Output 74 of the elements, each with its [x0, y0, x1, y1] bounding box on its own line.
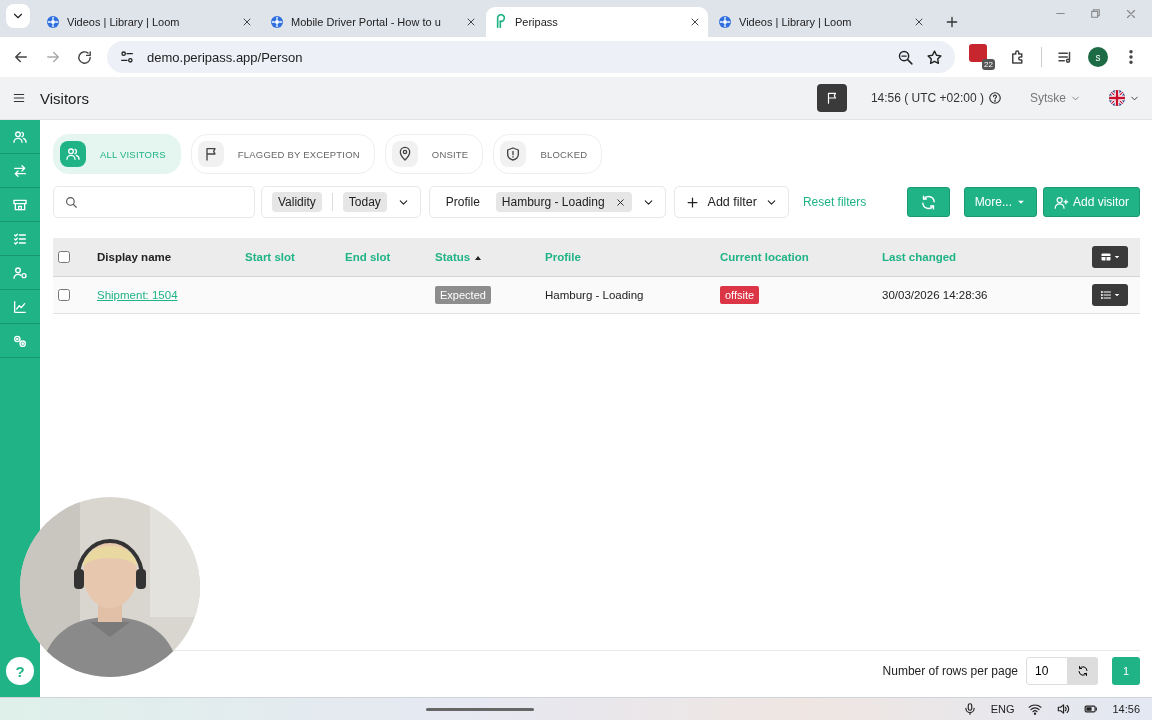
column-chooser-button[interactable] [1092, 246, 1128, 268]
app-icon [45, 14, 61, 30]
speaker-icon[interactable] [1056, 702, 1071, 716]
site-settings-icon[interactable] [119, 49, 135, 65]
remove-icon[interactable] [614, 196, 626, 208]
user-location-icon[interactable] [12, 264, 28, 281]
wifi-icon[interactable] [1028, 702, 1043, 716]
close-icon[interactable] [241, 16, 253, 28]
extension-badge: 22 [982, 59, 995, 70]
star-icon[interactable] [926, 48, 943, 66]
restore-icon[interactable] [1089, 6, 1102, 20]
location-label: offsite [720, 286, 760, 304]
visitors-icon [65, 146, 81, 162]
shield-icon [505, 146, 522, 162]
caret-icon [1112, 253, 1121, 261]
language-selector[interactable] [1109, 90, 1140, 106]
filter-label: Profile [444, 195, 481, 209]
page-title: Visitors [40, 89, 90, 107]
category-tab[interactable]: BLOCKED [493, 134, 603, 174]
profile-avatar[interactable]: s [1088, 47, 1108, 67]
language-indicator[interactable]: ENG [990, 703, 1015, 715]
rows-per-page-label: Number of rows per page [882, 664, 1018, 678]
browser-tab[interactable]: Videos | Library | Loom [710, 7, 932, 37]
home-bar[interactable] [426, 707, 535, 711]
flag-button[interactable] [816, 84, 847, 112]
caret-icon [1112, 291, 1121, 299]
list-icon [1099, 289, 1112, 301]
visitors-icon[interactable] [12, 128, 28, 145]
rows-per-page-field[interactable]: 10 [1026, 657, 1068, 685]
clock-time: 14:56 ( UTC +02:00 ) [870, 91, 984, 105]
table-cell: Hamburg - Loading [545, 289, 644, 301]
filter-value-chip[interactable]: Hamburg - Loading [495, 192, 632, 212]
browser-tab[interactable]: Peripass [486, 7, 708, 37]
refresh-icon [1077, 665, 1089, 677]
close-icon[interactable] [465, 16, 477, 28]
filter-label[interactable]: Validity [272, 192, 322, 212]
help-icon[interactable] [988, 91, 1002, 105]
close-icon[interactable] [689, 16, 701, 28]
add-filter-button[interactable]: Add filter [673, 186, 789, 218]
filter-value-chip[interactable]: Today [342, 192, 387, 212]
add-user-icon [1053, 194, 1069, 210]
microphone-icon[interactable] [962, 702, 977, 716]
column-header: Display name [97, 251, 172, 263]
search-field[interactable] [53, 186, 255, 218]
battery-icon[interactable] [1084, 702, 1099, 716]
new-tab-icon[interactable] [944, 14, 960, 30]
browser-tab[interactable]: Mobile Driver Portal - How to u [262, 7, 484, 37]
menu-icon[interactable] [12, 91, 26, 105]
browser-tab[interactable]: Videos | Library | Loom [38, 7, 260, 37]
app-icon [717, 14, 733, 30]
refresh-icon [919, 193, 937, 211]
category-tab[interactable]: ONSITE [384, 134, 484, 174]
row-actions-button[interactable] [1092, 284, 1128, 306]
status-label: Expected [435, 286, 491, 304]
address-bar[interactable]: demo.peripass.app/Person [107, 41, 955, 73]
transfer-icon[interactable] [12, 162, 28, 179]
user-menu[interactable]: Sytske [1030, 91, 1081, 105]
flag-icon [1109, 90, 1125, 106]
chart-icon[interactable] [12, 298, 28, 315]
table-cell: 30/03/2026 14:28:36 [882, 289, 988, 301]
taskbar-clock[interactable]: 14:56 [1112, 703, 1140, 715]
category-tab[interactable]: FLAGGED BY EXCEPTION [190, 134, 375, 174]
refresh-button[interactable] [906, 187, 950, 217]
plus-icon [684, 194, 700, 210]
row-checkbox[interactable] [58, 289, 70, 301]
search-icon [64, 195, 78, 209]
select-all-checkbox[interactable] [58, 251, 70, 263]
zoom-icon[interactable] [897, 48, 914, 66]
reload-icon[interactable] [76, 48, 93, 66]
table-icon [1099, 251, 1112, 263]
app-icon [269, 14, 285, 30]
tab-list-button[interactable] [6, 3, 30, 28]
close-icon[interactable] [913, 16, 925, 28]
refresh-button[interactable] [1068, 657, 1098, 685]
